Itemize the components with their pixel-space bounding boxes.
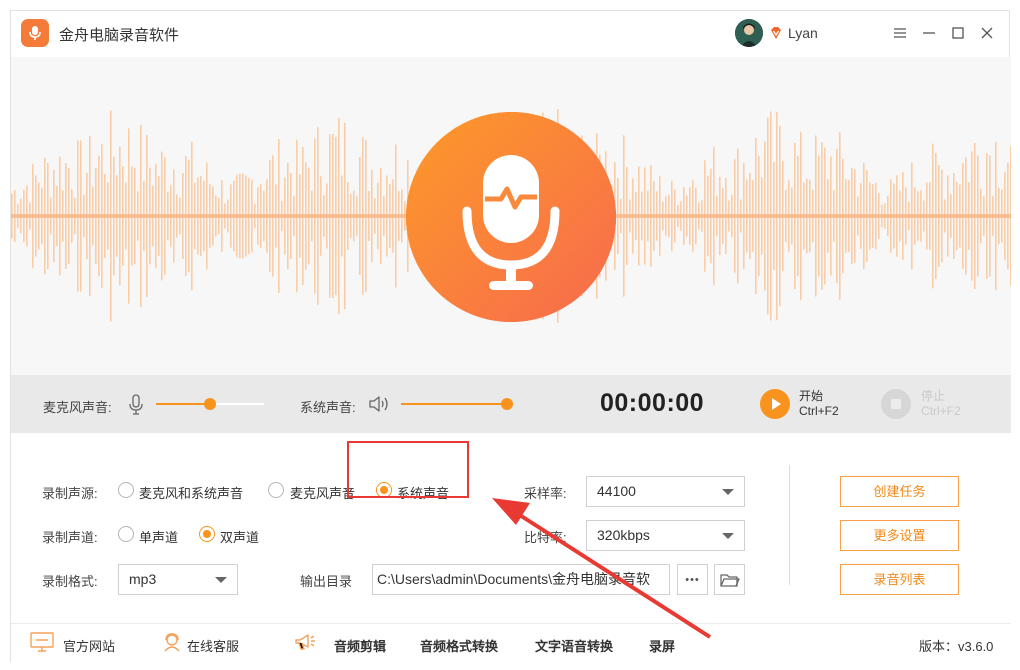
output-dir-field[interactable]: C:\Users\admin\Documents\金舟电脑录音软 (372, 564, 670, 595)
avatar[interactable] (735, 19, 763, 47)
start-label: 开始 (799, 389, 824, 403)
radio-mic-only[interactable] (268, 482, 284, 498)
footer-screen-record[interactable]: 录屏 (649, 636, 675, 655)
footer-online-service-link[interactable]: 在线客服 (187, 636, 239, 655)
output-dir-label: 输出目录 (300, 574, 353, 589)
sample-rate-value: 44100 (597, 483, 636, 499)
radio-mic-only-label[interactable]: 麦克风声音 (290, 483, 355, 502)
footer-audio-convert[interactable]: 音频格式转换 (420, 636, 498, 655)
radio-mono[interactable] (118, 526, 134, 542)
format-select[interactable]: mp3 (118, 564, 238, 595)
monitor-icon (30, 632, 54, 652)
username[interactable]: Lyan (788, 25, 818, 41)
recording-list-button[interactable]: 录音列表 (840, 564, 959, 595)
sample-rate-label: 采样率: (524, 486, 567, 501)
format-label: 录制格式: (42, 574, 98, 589)
create-task-button[interactable]: 创建任务 (840, 476, 959, 507)
footer-bar: 官方网站 在线客服 音频剪辑 音频格式转换 文字语音转换 录屏 版本：v3.6.… (11, 623, 1011, 663)
vertical-divider (789, 465, 790, 585)
source-label: 录制声源: (42, 486, 98, 501)
close-icon[interactable] (977, 23, 997, 43)
annotation-highlight-box (347, 441, 469, 498)
mic-volume-label: 麦克风声音: (43, 400, 112, 415)
system-volume-fill (401, 403, 507, 405)
stop-button[interactable] (881, 389, 911, 419)
system-volume-label: 系统声音: (300, 400, 356, 415)
volume-control-bar: 麦克风声音: 系统声音: 00:00:00 开始 Ctrl+F2 停止 Ctrl… (11, 375, 1011, 433)
settings-panel: 录制声源: 麦克风和系统声音 麦克风声音 系统声音 录制声道: 单声道 双声道 … (11, 433, 1011, 623)
bitrate-label: 比特率: (524, 530, 567, 545)
start-button-text[interactable]: 开始 Ctrl+F2 (799, 389, 839, 419)
maximize-icon[interactable] (948, 23, 968, 43)
folder-icon (719, 573, 740, 587)
customer-service-icon (164, 633, 180, 652)
more-dots-icon: ••• (685, 573, 700, 586)
format-value: mp3 (129, 571, 157, 587)
speaker-icon (369, 396, 388, 412)
more-settings-button[interactable]: 更多设置 (840, 520, 959, 551)
title-bar: 金舟电脑录音软件 Lyan (11, 11, 1011, 57)
minimize-icon[interactable] (919, 23, 939, 43)
megaphone-icon (295, 634, 315, 650)
chevron-down-icon (722, 489, 734, 495)
bitrate-value: 320kbps (597, 527, 650, 543)
chevron-down-icon (215, 577, 227, 583)
bitrate-select[interactable]: 320kbps (586, 520, 745, 551)
channel-label: 录制声道: (42, 530, 98, 545)
stop-shortcut: Ctrl+F2 (921, 404, 961, 418)
radio-mono-label[interactable]: 单声道 (139, 527, 178, 546)
menu-icon[interactable] (890, 23, 910, 43)
app-title: 金舟电脑录音软件 (59, 27, 180, 44)
radio-stereo-label[interactable]: 双声道 (220, 527, 259, 546)
microphone-icon (129, 394, 143, 415)
recording-timer: 00:00:00 (600, 389, 705, 417)
record-mic-button[interactable] (405, 111, 617, 323)
stop-button-text[interactable]: 停止 Ctrl+F2 (921, 389, 961, 419)
waveform-panel (11, 57, 1011, 375)
open-folder-button[interactable] (714, 564, 745, 595)
start-button[interactable] (760, 389, 790, 419)
start-shortcut: Ctrl+F2 (799, 404, 839, 418)
chevron-down-icon (722, 533, 734, 539)
radio-stereo[interactable] (199, 526, 215, 542)
radio-mic-and-system-label[interactable]: 麦克风和系统声音 (139, 483, 243, 502)
mic-volume-knob[interactable] (204, 398, 216, 410)
mic-volume-fill (156, 403, 210, 405)
play-icon (772, 398, 781, 410)
mic-logo-icon (21, 19, 49, 47)
app-window: 金舟电脑录音软件 Lyan 麦克风声音: 系统声音: 00:00:00 开始 C… (10, 10, 1011, 663)
system-volume-knob[interactable] (501, 398, 513, 410)
stop-label: 停止 (921, 389, 946, 403)
footer-website-link[interactable]: 官方网站 (63, 636, 115, 655)
sample-rate-select[interactable]: 44100 (586, 476, 745, 507)
vip-diamond-icon (771, 27, 781, 39)
browse-more-button[interactable]: ••• (677, 564, 708, 595)
footer-text-to-speech[interactable]: 文字语音转换 (535, 636, 613, 655)
footer-audio-edit[interactable]: 音频剪辑 (334, 636, 386, 655)
stop-icon (891, 399, 901, 409)
version-label: 版本：v3.6.0 (919, 639, 994, 654)
radio-mic-and-system[interactable] (118, 482, 134, 498)
